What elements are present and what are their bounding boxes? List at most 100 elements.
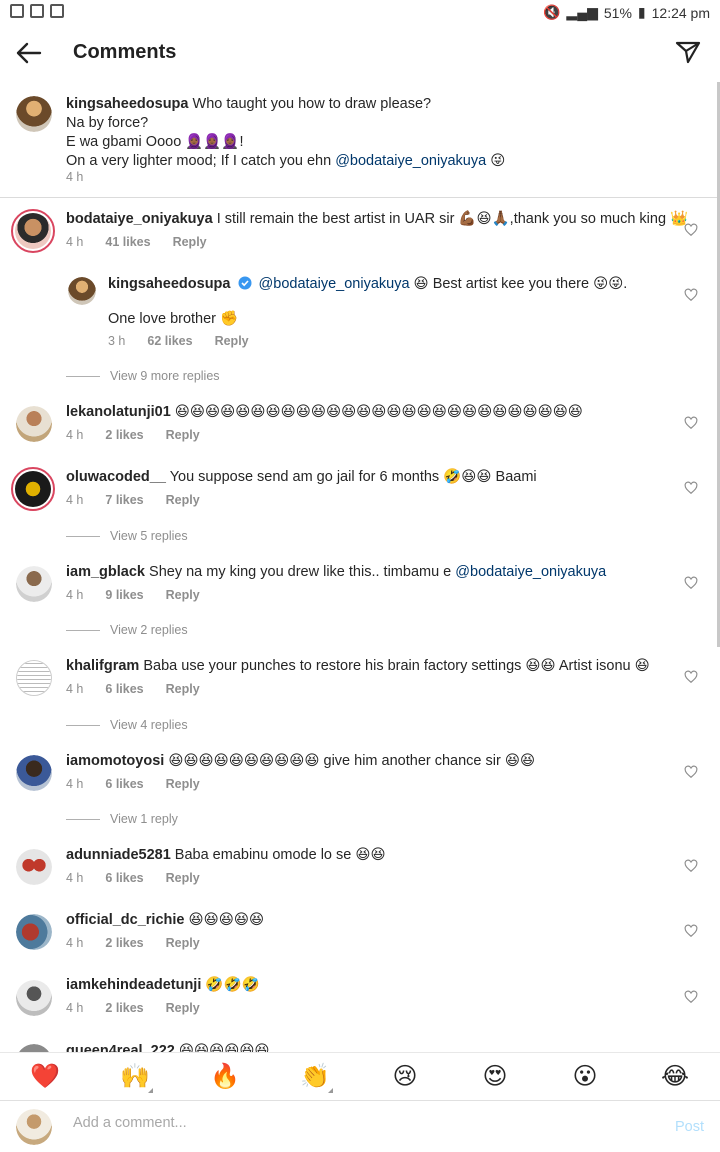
comment-username[interactable]: lekanolatunji01 [66,404,171,420]
view-replies-button[interactable]: View 4 replies [66,718,188,732]
comment-time: 4 h [66,936,84,950]
caption-line: Na by force? [66,115,149,131]
comment-time: 4 h [66,493,84,507]
caption-text: Who taught you how to draw please? [188,96,432,112]
view-replies-button[interactable]: View 1 reply [66,812,178,826]
comment-text: I still remain the best artist in UAR si… [212,211,689,227]
view-replies-button[interactable]: View 2 replies [66,623,188,637]
comment-time: 4 h [66,588,84,602]
view-replies-button[interactable]: View 9 more replies [66,369,220,383]
raising-hands-emoji-icon[interactable]: 🙌 [115,1057,155,1097]
heart-icon[interactable] [684,481,698,495]
heart-icon[interactable] [684,670,698,684]
reply-button[interactable]: Reply [173,235,207,249]
post-button[interactable]: Post [675,1119,704,1135]
avatar[interactable] [16,849,52,885]
avatar[interactable] [16,660,52,696]
avatar[interactable] [11,209,55,253]
post-caption: kingsaheedosupa Who taught you how to dr… [0,82,720,198]
comment-username[interactable]: queen4real_222 [66,1043,175,1052]
likes-count[interactable]: 2 likes [105,1001,143,1015]
likes-count[interactable]: 62 likes [147,334,192,348]
likes-count[interactable]: 2 likes [105,936,143,950]
divider [66,818,100,820]
reply-button[interactable]: Reply [166,682,200,696]
likes-count[interactable]: 41 likes [105,235,150,249]
crying-face-emoji-icon[interactable]: 😢 [385,1057,425,1097]
avatar[interactable] [16,1044,52,1052]
fire-emoji-icon[interactable]: 🔥 [205,1057,245,1097]
view-replies-label: View 4 replies [110,718,188,732]
mention-link[interactable]: @bodataiye_oniyakuya [259,276,410,292]
reply-button[interactable]: Reply [166,493,200,507]
heart-icon[interactable] [684,990,698,1004]
comment-username[interactable]: iamomotoyosi [66,753,164,769]
heart-eyes-emoji-icon[interactable]: 😍 [475,1057,515,1097]
comment-username[interactable]: iam_gblack [66,564,145,580]
avatar[interactable] [16,406,52,442]
reply-button[interactable]: Reply [166,1001,200,1015]
comment-composer: Post [0,1100,720,1152]
status-bar: 🔇 ▂▄▆ 51% ▮ 12:24 pm [0,0,720,26]
back-arrow-icon[interactable] [12,36,46,70]
heart-icon[interactable] [684,288,698,302]
heart-emoji-icon[interactable]: ❤️ [25,1057,65,1097]
signal-icon: ▂▄▆ [566,4,598,20]
page-title: Comments [73,41,177,63]
comment-username[interactable]: adunniade5281 [66,847,171,863]
comment-time: 4 h [66,235,84,249]
comment-username[interactable]: khalifgram [66,658,139,674]
comment-username[interactable]: official_dc_richie [66,912,184,928]
likes-count[interactable]: 6 likes [105,682,143,696]
avatar[interactable] [16,755,52,791]
comment-time: 4 h [66,871,84,885]
reply-username[interactable]: kingsaheedosupa [108,276,230,292]
comment-username[interactable]: iamkehindeadetunji [66,977,201,993]
comment-input[interactable] [73,1115,633,1131]
mention-link[interactable]: @bodataiye_oniyakuya [455,564,606,580]
caption-username[interactable]: kingsaheedosupa [66,96,188,112]
likes-count[interactable]: 6 likes [105,777,143,791]
heart-icon[interactable] [684,223,698,237]
reply-button[interactable]: Reply [166,777,200,791]
likes-count[interactable]: 6 likes [105,871,143,885]
likes-count[interactable]: 2 likes [105,428,143,442]
avatar[interactable] [16,980,52,1016]
comment-time: 4 h [66,682,84,696]
comment-text: 😆😆😆😆😆😆😆😆😆😆 give him another chance sir 😆… [164,753,536,769]
reply-time: 3 h [108,334,126,348]
reply-button[interactable]: Reply [166,588,200,602]
view-replies-button[interactable]: View 5 replies [66,529,188,543]
heart-icon[interactable] [684,859,698,873]
laughing-face-emoji-icon[interactable]: 😂 [655,1057,695,1097]
comment-text: Baba use your punches to restore his bra… [139,658,650,674]
heart-icon[interactable] [684,576,698,590]
clapping-hands-emoji-icon[interactable]: 👏 [295,1057,335,1097]
notification-icon [50,4,64,18]
reply-button[interactable]: Reply [215,334,249,348]
avatar[interactable] [11,467,55,511]
mention-link[interactable]: @bodataiye_oniyakuya [335,153,486,169]
direct-message-icon[interactable] [674,38,702,66]
reply-button[interactable]: Reply [166,936,200,950]
likes-count[interactable]: 7 likes [105,493,143,507]
heart-icon[interactable] [684,765,698,779]
comment-text: You suppose send am go jail for 6 months… [165,469,537,485]
avatar[interactable] [16,914,52,950]
comment-username[interactable]: oluwacoded__ [66,469,166,485]
reply-button[interactable]: Reply [166,871,200,885]
comment-username[interactable]: bodataiye_oniyakuya [66,211,213,227]
comment-text: 😆😆😆😆😆 [184,912,265,928]
heart-icon[interactable] [684,924,698,938]
comment-text: Shey na my king you drew like this.. tim… [145,564,456,580]
divider [66,629,100,631]
avatar[interactable] [16,566,52,602]
heart-icon[interactable] [684,416,698,430]
caption-line: On a very lighter mood; If I catch you e… [66,153,336,169]
emoji-glyph: 🙌 [120,1063,150,1090]
avatar[interactable] [16,96,52,132]
reply-button[interactable]: Reply [166,428,200,442]
likes-count[interactable]: 9 likes [105,588,143,602]
surprised-face-emoji-icon[interactable]: 😮 [565,1057,605,1097]
avatar[interactable] [68,277,96,305]
